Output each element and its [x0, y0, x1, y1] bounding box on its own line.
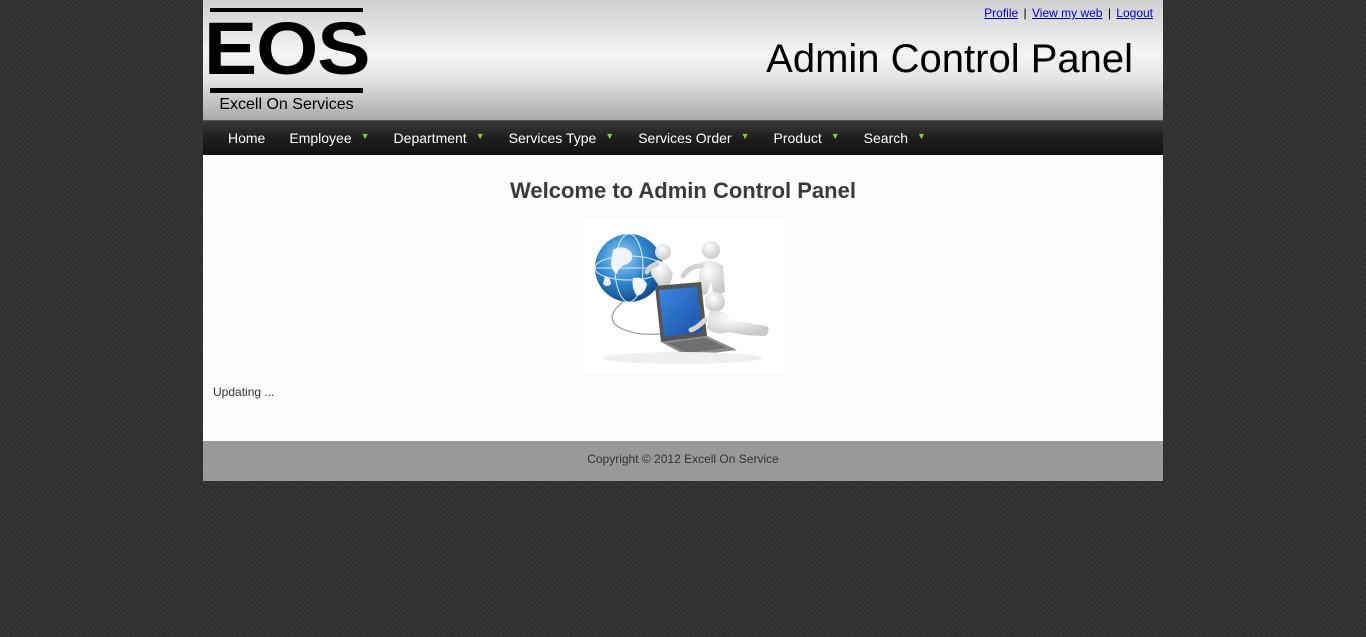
globe-laptop-people-illustration: [594, 233, 769, 364]
chevron-down-icon: ▼: [830, 131, 840, 141]
logo-subtitle: Excell On Services: [219, 96, 354, 113]
nav-item-search[interactable]: Search ▼: [852, 121, 938, 156]
nav-item-services-type[interactable]: Services Type ▼: [497, 121, 627, 156]
nav-item-label: Search: [863, 130, 909, 146]
nav-item-label: Home: [228, 130, 266, 146]
chevron-down-icon: ▼: [605, 131, 615, 141]
chevron-down-icon: ▼: [475, 131, 485, 141]
nav-item-product[interactable]: Product ▼: [762, 121, 852, 156]
nav-item-services-order[interactable]: Services Order ▼: [626, 121, 761, 156]
nav-item-label: Services Type: [508, 130, 597, 146]
logo-mark: EOS: [203, 7, 371, 90]
page-wrapper: EOS Excell On Services Profile | View my…: [203, 0, 1163, 481]
top-links: Profile | View my web | Logout: [984, 6, 1153, 20]
header: EOS Excell On Services Profile | View my…: [203, 0, 1163, 120]
footer: Copyright © 2012 Excell On Service: [203, 441, 1163, 481]
nav-item-label: Services Order: [638, 130, 732, 146]
nav-item-label: Department: [393, 130, 467, 146]
nav-item-employee[interactable]: Employee ▼: [277, 121, 381, 156]
profile-link[interactable]: Profile: [984, 6, 1018, 20]
main-nav: Home Employee ▼ Department ▼ Services Ty…: [203, 120, 1163, 155]
copyright-text: Copyright © 2012 Excell On Service: [587, 452, 779, 466]
hero-image: [583, 220, 783, 372]
link-separator: |: [1023, 6, 1027, 20]
nav-item-department[interactable]: Department ▼: [382, 121, 497, 156]
status-text: Updating ...: [213, 385, 275, 399]
nav-item-label: Employee: [289, 130, 352, 146]
main-content: Welcome to Admin Control Panel Updating …: [203, 155, 1163, 441]
nav-item-home[interactable]: Home: [216, 121, 277, 156]
link-separator: |: [1107, 6, 1111, 20]
chevron-down-icon: ▼: [360, 131, 370, 141]
view-my-web-link[interactable]: View my web: [1032, 6, 1102, 20]
chevron-down-icon: ▼: [740, 131, 750, 141]
logo-bar-bottom: [210, 88, 363, 93]
chevron-down-icon: ▼: [917, 131, 926, 141]
header-title: Admin Control Panel: [766, 37, 1133, 81]
logo: EOS Excell On Services: [204, 8, 371, 114]
logout-link[interactable]: Logout: [1116, 6, 1153, 20]
welcome-heading: Welcome to Admin Control Panel: [510, 178, 856, 203]
nav-item-label: Product: [773, 130, 822, 146]
